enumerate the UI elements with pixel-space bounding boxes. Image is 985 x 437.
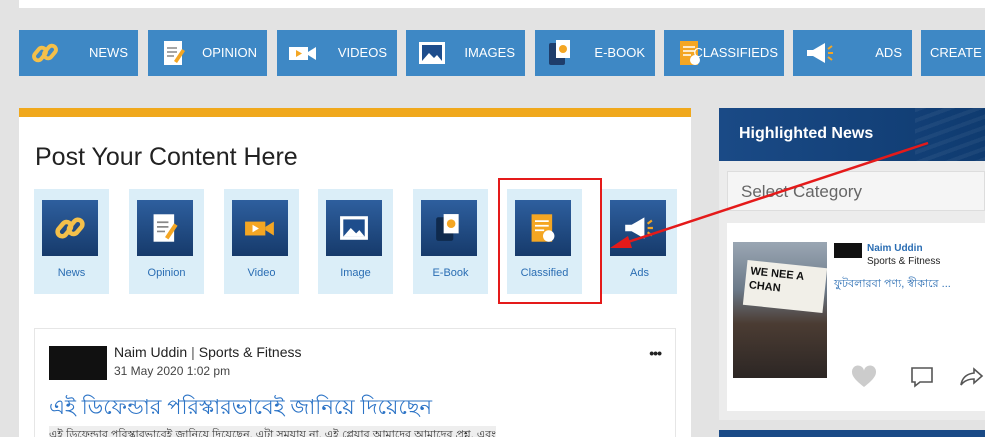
pencil-doc-icon — [137, 200, 193, 256]
post-author-name[interactable]: Naim Uddin — [114, 344, 187, 360]
pencil-doc-icon — [158, 38, 190, 68]
highlighted-news-sidebar: Highlighted News Select Category WE NEE … — [719, 108, 985, 437]
ebook-icon — [421, 200, 477, 256]
sidebar-title: Highlighted News — [739, 125, 874, 142]
category-select-placeholder: Select Category — [741, 182, 862, 201]
tile-ads[interactable]: Ads — [602, 189, 677, 294]
sidebar-header: Highlighted News — [719, 108, 985, 161]
card-category: Sports & Fitness — [867, 256, 941, 267]
image-icon — [416, 38, 448, 68]
protest-sign: WE NEE A CHAN — [742, 259, 827, 314]
content-type-navbar: NEWS OPINION VIDEOS IMAGES E-BOOK CLASSI… — [19, 30, 985, 76]
avatar[interactable] — [834, 243, 862, 258]
nav-classifieds-button[interactable]: CLASSIFIEDS — [664, 30, 784, 76]
post-category[interactable]: Sports & Fitness — [199, 344, 302, 360]
nav-ebook-button[interactable]: E-BOOK — [535, 30, 655, 76]
more-options-icon[interactable]: ••• — [649, 345, 662, 361]
nav-create-button[interactable]: CREATE F — [921, 30, 985, 76]
header-decoration — [915, 108, 985, 161]
post-content-panel: Post Your Content Here News Opinion Vide… — [19, 108, 691, 437]
feed-post: Naim Uddin | Sports & Fitness 31 May 2020 … — [34, 328, 676, 437]
link-icon — [42, 200, 98, 256]
video-camera-icon — [287, 38, 319, 68]
post-excerpt: এই ডিফেন্ডার পরিস্কারভাবেই জানিয়ে দিয়ে… — [49, 426, 497, 437]
sidebar-body: Select Category WE NEE A CHAN Naim Uddin… — [719, 161, 985, 420]
megaphone-icon — [803, 38, 835, 68]
card-title-link[interactable]: ফুটবলারবা পণ্য, স্বীকারে ... — [834, 275, 951, 294]
comment-icon[interactable] — [909, 365, 935, 389]
card-author-name[interactable]: Naim Uddin — [867, 243, 923, 254]
post-title-link[interactable]: এই ডিফেন্ডার পরিস্কারভাবেই জানিয়ে দিয়ে… — [49, 391, 432, 426]
category-select[interactable]: Select Category — [727, 171, 985, 211]
top-bar — [19, 0, 985, 8]
news-thumbnail[interactable]: WE NEE A CHAN — [733, 242, 827, 378]
image-icon — [326, 200, 382, 256]
megaphone-icon — [610, 200, 666, 256]
tile-image[interactable]: Image — [318, 189, 393, 294]
tile-news[interactable]: News — [34, 189, 109, 294]
avatar[interactable] — [49, 346, 107, 380]
link-icon — [29, 38, 61, 68]
nav-news-button[interactable]: NEWS — [19, 30, 138, 76]
share-icon[interactable] — [959, 365, 985, 389]
nav-ads-button[interactable]: ADS — [793, 30, 912, 76]
classified-highlight-box — [498, 178, 602, 304]
tile-video[interactable]: Video — [224, 189, 299, 294]
tile-opinion[interactable]: Opinion — [129, 189, 204, 294]
nav-images-button[interactable]: IMAGES — [406, 30, 525, 76]
post-date: 31 May 2020 1:02 pm — [114, 364, 231, 378]
video-camera-icon — [232, 200, 288, 256]
ebook-icon — [545, 38, 577, 68]
tile-ebook[interactable]: E-Book — [413, 189, 488, 294]
nav-opinion-button[interactable]: OPINION — [148, 30, 267, 76]
highlighted-news-card[interactable]: WE NEE A CHAN Naim Uddin Sports & Fitnes… — [727, 223, 985, 411]
nav-videos-button[interactable]: VIDEOS — [277, 30, 397, 76]
post-panel-title: Post Your Content Here — [35, 143, 298, 171]
sidebar-next-panel — [719, 430, 985, 437]
author-separator: | — [191, 344, 195, 360]
heart-icon[interactable] — [851, 365, 877, 389]
